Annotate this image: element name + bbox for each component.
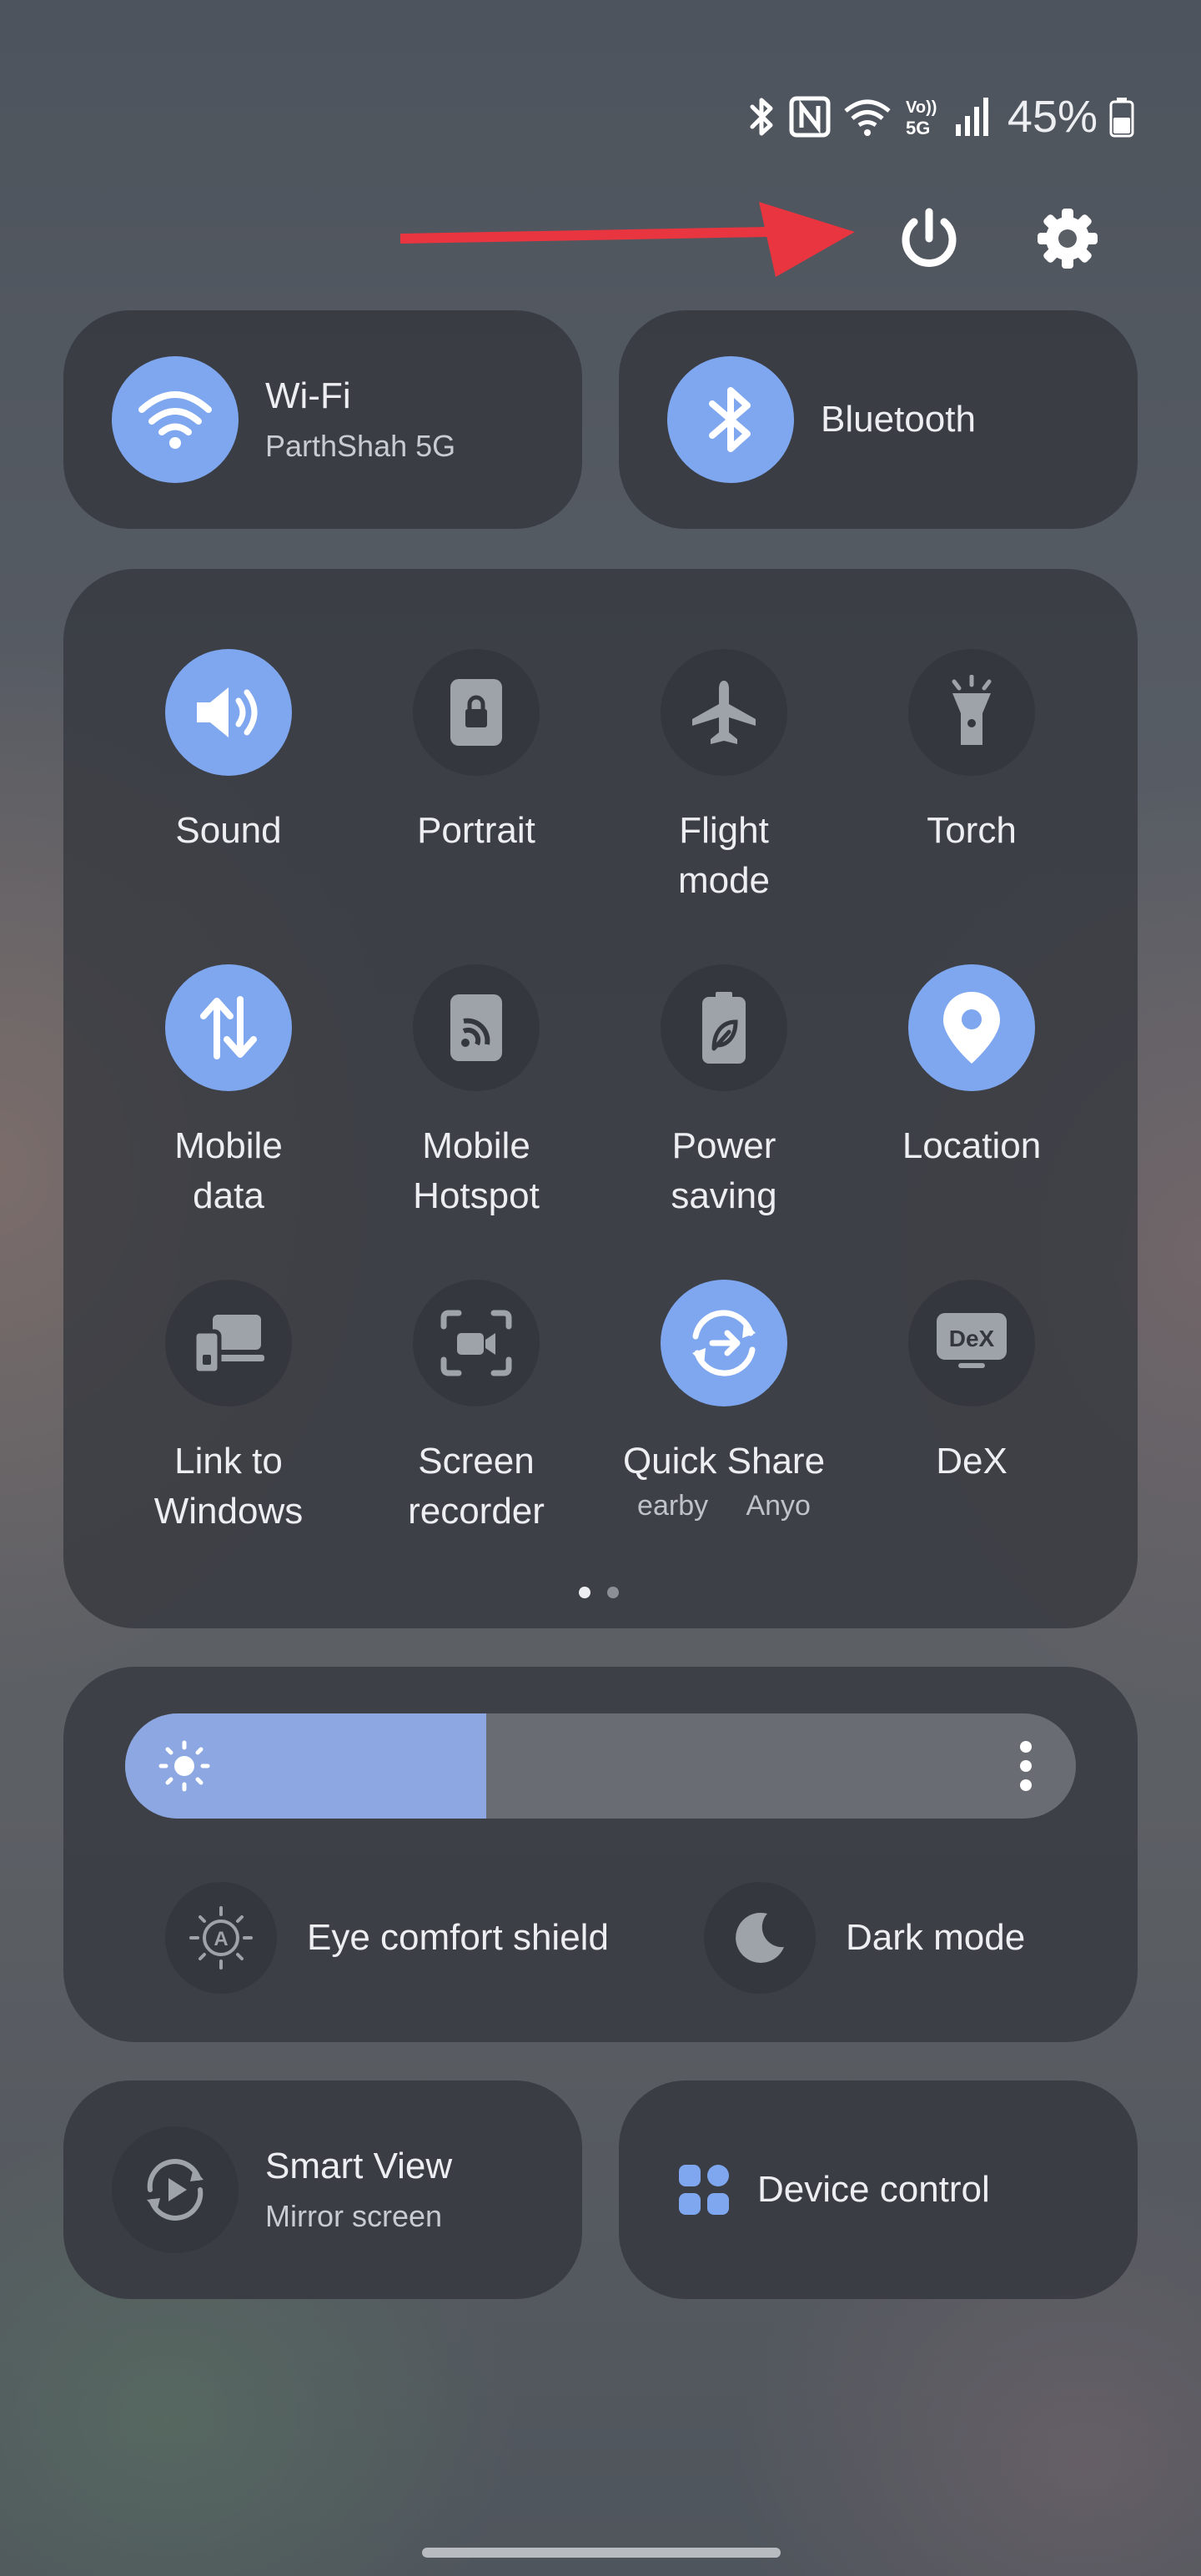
tile-torch[interactable]: Torch [855,649,1088,856]
wifi-icon [844,99,891,136]
nfc-icon [789,96,831,138]
page-indicator[interactable] [579,1587,619,1598]
tile-screen-recorder[interactable]: Screen recorder [359,1280,593,1537]
wifi-icon [138,391,212,449]
bluetooth-tile[interactable]: Bluetooth [619,310,1138,529]
gear-icon [1038,209,1098,269]
hotspot-icon[interactable] [413,964,540,1091]
tile-label: Sound [175,810,282,851]
eye-comfort-label: Eye comfort shield [307,1917,609,1958]
tile-flight-mode[interactable]: Flight mode [607,649,841,906]
tile-dex[interactable]: DeX DeX [855,1280,1088,1487]
dark-mode-label: Dark mode [846,1917,1026,1958]
dex-icon[interactable]: DeX [908,1280,1035,1406]
dark-mode-icon-wrap [704,1882,816,1994]
moon-icon [736,1912,784,1963]
wifi-title: Wi-Fi [265,375,351,416]
tile-label: Flight mode [677,810,771,901]
tile-quick-share[interactable]: Quick Share earby Anyo [607,1280,841,1522]
tile-mobile-hotspot[interactable]: Mobile Hotspot [359,964,593,1221]
tile-link-to-windows[interactable]: Link to Windows [112,1280,345,1537]
tile-label: Screen recorder [408,1441,545,1532]
bluetooth-toggle[interactable] [667,356,794,483]
bluetooth-icon [709,387,751,452]
smart-view-title: Smart View [265,2146,453,2186]
tile-label: DeX [936,1441,1008,1482]
tile-power-saving[interactable]: Power saving [607,964,841,1221]
portrait-lock-icon[interactable] [413,649,540,776]
dark-mode-toggle[interactable]: Dark mode [704,1882,1025,1994]
tile-marquee: earby Anyo [637,1490,811,1522]
smart-view-icon [147,2159,204,2221]
settings-button[interactable] [1028,199,1108,279]
tile-label: Power saving [671,1125,777,1216]
tile-label: Mobile data [174,1125,283,1216]
battery-percent: 45% [1007,92,1098,142]
device-control-icon [679,2165,729,2215]
tile-portrait[interactable]: Portrait [359,649,593,856]
wifi-network-name: ParthShah 5G [265,429,456,463]
devices-icon[interactable] [165,1280,292,1406]
tile-sound[interactable]: Sound [112,649,345,856]
brightness-slider[interactable] [125,1713,1076,1819]
wifi-toggle[interactable] [112,356,239,483]
red-arrow [400,202,855,277]
location-pin-icon[interactable] [908,964,1035,1091]
flashlight-icon[interactable] [908,649,1035,776]
data-arrows-icon[interactable] [165,964,292,1091]
signal-icon [955,98,988,136]
screen-record-icon[interactable] [413,1280,540,1406]
speaker-icon[interactable] [165,649,292,776]
tile-label: Quick Share [622,1441,826,1482]
smart-view-icon-wrap [112,2126,239,2253]
smart-view-subtitle: Mirror screen [265,2199,443,2233]
volte-5g-icon: Vo))5G [906,98,937,138]
eye-comfort-toggle[interactable]: A Eye comfort shield [165,1882,609,1994]
tile-label: Torch [927,810,1017,851]
home-indicator[interactable] [422,2548,781,2558]
bluetooth-icon [750,98,773,136]
svg-text:DeX: DeX [949,1326,995,1351]
power-button[interactable] [889,199,969,279]
airplane-icon[interactable] [661,649,787,776]
svg-text:Vo)): Vo)) [906,98,937,117]
power-icon [902,208,957,267]
tile-label: Link to Windows [153,1441,304,1532]
page-dot [607,1587,619,1598]
device-control-tile[interactable]: Device control [619,2080,1138,2299]
sun-icon [158,1740,210,1792]
eye-comfort-icon: A [189,1906,253,1970]
smart-view-tile[interactable]: Smart View Mirror screen [63,2080,582,2299]
status-bar: Vo)) 5G 45% [747,83,1134,150]
device-control-label: Device control [757,2169,990,2210]
wifi-tile[interactable]: Wi-Fi ParthShah 5G [63,310,582,529]
eye-comfort-icon-wrap: A [165,1882,277,1994]
svg-text:A: A [214,1928,228,1950]
tile-label: Mobile Hotspot [413,1125,540,1216]
battery-icon [1109,98,1134,138]
page-dot-active [579,1587,590,1598]
battery-leaf-icon[interactable] [661,964,787,1091]
tile-label: Portrait [417,810,535,851]
more-vert-icon[interactable] [1019,1740,1033,1792]
bluetooth-title: Bluetooth [821,399,976,440]
tile-mobile-data[interactable]: Mobile data [112,964,345,1221]
tile-label: Location [902,1125,1042,1166]
tile-location[interactable]: Location [855,964,1088,1171]
svg-text:5G: 5G [906,118,930,138]
quick-share-icon[interactable] [661,1280,787,1406]
